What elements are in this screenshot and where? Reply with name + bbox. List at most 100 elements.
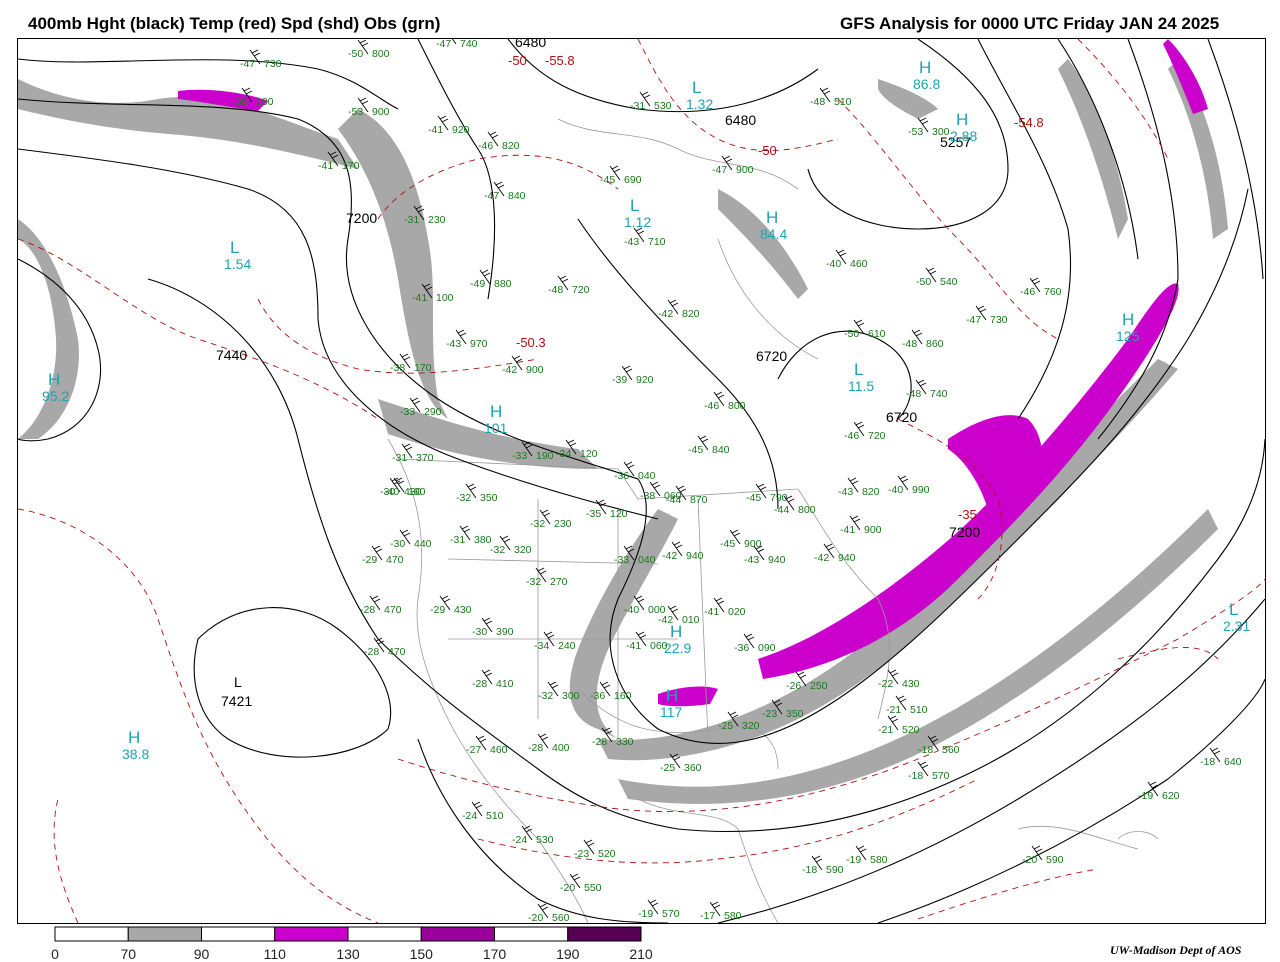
station-observation: -42 900	[502, 355, 544, 376]
svg-text:H: H	[1122, 310, 1134, 329]
svg-text:-44: -44	[774, 504, 789, 516]
svg-text:840: 840	[712, 444, 730, 456]
svg-text:H: H	[666, 686, 678, 705]
temperature-label: -50	[508, 53, 527, 68]
svg-text:040: 040	[638, 470, 656, 482]
svg-text:-40: -40	[826, 258, 841, 270]
station-observation: -47 900	[712, 155, 754, 176]
pressure-center: L1.12	[624, 196, 651, 230]
station-observation: -19 580	[846, 845, 888, 866]
station-observation: -32 320	[490, 535, 532, 556]
svg-text:300: 300	[562, 690, 580, 702]
svg-text:-23: -23	[574, 848, 589, 860]
svg-text:820: 820	[502, 140, 520, 152]
svg-text:22.9: 22.9	[664, 640, 691, 656]
svg-text:-47: -47	[484, 190, 499, 202]
svg-text:170: 170	[342, 160, 360, 172]
svg-text:-18: -18	[1200, 756, 1215, 768]
svg-text:710: 710	[648, 236, 666, 248]
station-observation: -36 040	[614, 461, 656, 482]
height-label: 6720	[886, 409, 917, 425]
pressure-center: H38.8	[122, 728, 149, 762]
svg-text:820: 820	[682, 308, 700, 320]
pressure-center: L1.32	[686, 78, 713, 112]
svg-text:-42: -42	[662, 550, 677, 562]
credit-label: UW-Madison Dept of AOS	[1110, 943, 1242, 957]
station-observation: -41 920	[428, 115, 470, 136]
station-observation: -43 820	[838, 477, 880, 498]
svg-text:390: 390	[496, 626, 514, 638]
station-observation: -31 370	[392, 443, 434, 464]
station-observation: -48 860	[902, 329, 944, 350]
station-observation: -47 730	[966, 305, 1008, 326]
svg-text:350: 350	[786, 708, 804, 720]
station-observation: -42 820	[658, 299, 700, 320]
svg-text:400: 400	[552, 742, 570, 754]
svg-text:H: H	[48, 370, 60, 389]
station-observation: -50 800	[348, 39, 390, 60]
svg-text:020: 020	[728, 606, 746, 618]
svg-text:-45: -45	[720, 538, 735, 550]
svg-text:560: 560	[552, 912, 570, 923]
legend-band	[494, 926, 569, 942]
svg-text:560: 560	[942, 744, 960, 756]
station-observation: -50 540	[916, 267, 958, 288]
svg-text:570: 570	[932, 770, 950, 782]
height-label: 7421	[221, 693, 252, 709]
svg-text:-33: -33	[512, 450, 527, 462]
svg-text:-46: -46	[1020, 286, 1035, 298]
pressure-center: H86.8	[913, 58, 940, 92]
height-label: 6480	[515, 39, 546, 50]
svg-text:880: 880	[494, 278, 512, 290]
station-observation: -34 240	[534, 631, 576, 652]
svg-text:820: 820	[862, 486, 880, 498]
station-observation: -43 710	[624, 227, 666, 248]
svg-text:-31: -31	[404, 214, 419, 226]
svg-text:1.32: 1.32	[686, 96, 713, 112]
svg-text:610: 610	[868, 328, 886, 340]
svg-text:720: 720	[868, 430, 886, 442]
station-observation: -20 590	[1022, 845, 1064, 866]
station-observation: -46 800	[704, 391, 746, 412]
svg-text:530: 530	[654, 100, 672, 112]
station-observation: -29 430	[430, 595, 472, 616]
station-observation: -48 740	[906, 379, 948, 400]
svg-text:730: 730	[990, 314, 1008, 326]
station-observation: -18 590	[802, 855, 844, 876]
svg-text:190: 190	[408, 486, 426, 498]
svg-text:350: 350	[480, 492, 498, 504]
svg-text:-46: -46	[704, 400, 719, 412]
svg-text:250: 250	[810, 680, 828, 692]
svg-text:-28: -28	[360, 604, 375, 616]
svg-text:190: 190	[536, 450, 554, 462]
svg-text:-33: -33	[614, 554, 629, 566]
station-observation: -39 920	[612, 365, 654, 386]
svg-text:620: 620	[1162, 790, 1180, 802]
svg-text:-36: -36	[590, 690, 605, 702]
svg-text:L: L	[1229, 600, 1238, 619]
svg-text:170: 170	[414, 362, 432, 374]
station-observation: -32 230	[530, 509, 572, 530]
svg-text:-25: -25	[660, 762, 675, 774]
pressure-center: H2.88	[950, 110, 977, 144]
temperature-label: -50	[758, 143, 777, 158]
svg-text:120: 120	[610, 508, 628, 520]
svg-text:-43: -43	[838, 486, 853, 498]
svg-text:-46: -46	[844, 430, 859, 442]
svg-text:-38: -38	[390, 362, 405, 374]
svg-text:-38: -38	[232, 96, 247, 108]
svg-text:-53: -53	[908, 126, 923, 138]
station-observation: -28 470	[364, 637, 406, 658]
svg-text:-42: -42	[502, 364, 517, 376]
station-observation: -46 720	[844, 421, 886, 442]
svg-text:-42: -42	[658, 614, 673, 626]
station-observation: -45 840	[688, 435, 730, 456]
svg-text:-19: -19	[1138, 790, 1153, 802]
svg-text:430: 430	[454, 604, 472, 616]
svg-text:84.4: 84.4	[760, 226, 787, 242]
station-observation: -31 530	[630, 91, 672, 112]
svg-text:940: 940	[768, 554, 786, 566]
svg-text:-48: -48	[810, 96, 825, 108]
svg-text:360: 360	[684, 762, 702, 774]
svg-text:L: L	[230, 238, 239, 257]
